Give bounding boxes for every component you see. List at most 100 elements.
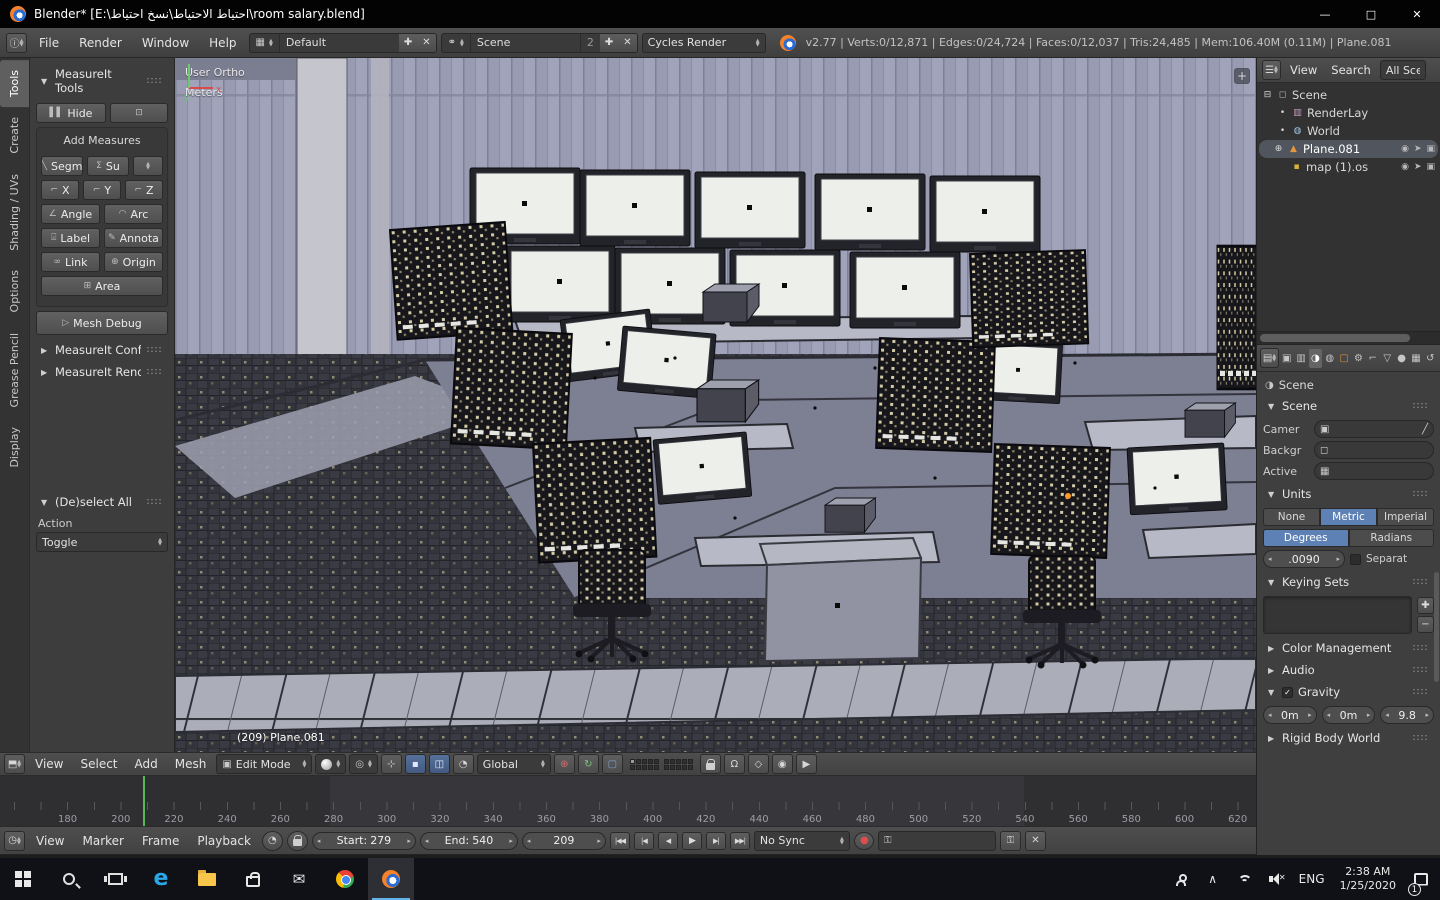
selectable-arrow-icon[interactable]: ➤ [1414,162,1422,172]
gravity-x-field[interactable]: ◂ 0m ▸ [1263,706,1317,724]
menu-tl-view[interactable]: View [29,827,71,854]
eyedropper-icon[interactable]: ╱ [1422,424,1428,435]
jump-to-start-button[interactable]: |◀◀ [609,831,630,850]
outliner-hscrollbar[interactable] [1257,331,1440,345]
active-clip-field[interactable]: ▦ [1314,462,1434,480]
remove-keying-set-button[interactable]: − [1417,616,1434,633]
units-metric-button[interactable]: Metric [1320,508,1377,526]
add-keying-set-button[interactable]: ✚ [1417,597,1434,614]
tab-physics-icon[interactable]: ↺ [1424,349,1437,368]
show-hidden-icons-button[interactable]: ∧ [1198,858,1228,900]
mesh-debug-button[interactable]: ▷ Mesh Debug [36,311,168,335]
insert-keyframe-button[interactable]: ⚿ [999,830,1021,851]
expand-icon[interactable]: ⊕ [1273,144,1284,154]
editor-type-info-button[interactable]: ⓘ ▲ ▼ [6,32,27,53]
volume-button[interactable]: ✕ [1262,858,1292,900]
current-frame-field[interactable]: ◂ 209 ▸ [521,831,606,850]
deselect-all-panel-header[interactable]: ▼ (De)select All [36,491,168,513]
gravity-checkbox[interactable]: ✓ [1282,686,1293,698]
panel-grip-icon[interactable] [146,346,163,354]
viewport-3d[interactable]: User Ortho Meters (209) Plane.081 x y + [175,58,1256,752]
edge-button[interactable]: e [138,858,184,900]
scene-add-button[interactable]: ✚ [599,33,619,52]
manipulator-toggle-button[interactable]: ⊹ [380,754,402,774]
gravity-panel-header[interactable]: ▼ ✓ Gravity [1263,681,1434,703]
hide-button[interactable]: ▌▌ Hide [36,103,106,123]
tab-material-icon[interactable]: ● [1395,349,1408,368]
tab-scene-icon[interactable]: ◑ [1308,348,1323,368]
screen-layout-name[interactable]: Default [278,33,399,52]
viewport-shading-dropdown[interactable]: ▲ ▼ [315,754,347,774]
outliner-item-world[interactable]: • ◍ World [1259,122,1438,140]
record-button[interactable]: ● [853,831,874,850]
scale-manipulator-icon[interactable]: ▢ [601,754,623,774]
chrome-button[interactable] [322,858,368,900]
sync-dropdown[interactable]: No Sync ▲ ▼ [753,830,850,851]
scene-delete-button[interactable]: ✕ [618,33,637,52]
measure-x-button[interactable]: ⌐ X [41,180,79,200]
editor-type-timeline-button[interactable]: ◷ ▲ ▼ [4,830,25,851]
panel-grip-icon[interactable] [146,368,163,376]
menu-window[interactable]: Window [134,28,197,57]
selectable-arrow-icon[interactable]: ➤ [1414,144,1422,154]
annotate-button[interactable]: ✎ Annota [104,228,163,248]
measure-z-button[interactable]: ⌐ Z [125,180,163,200]
menu-tl-frame[interactable]: Frame [135,827,186,854]
outliner-item-renderlayers[interactable]: • ▥ RenderLay [1259,104,1438,122]
outliner-item-map[interactable]: ▪ map (1).os ◉ ➤ ▣ [1259,158,1438,176]
sum-button[interactable]: Σ Su [87,156,129,176]
scene-name[interactable]: Scene [469,33,580,52]
use-preview-range-button[interactable]: ◔ [261,830,283,851]
collapse-icon[interactable]: ⊟ [1262,90,1273,100]
screen-layout-browse-icon[interactable]: ▦ ▲ ▼ [250,34,279,52]
menu-mesh[interactable]: Mesh [168,753,214,775]
viewport-scene[interactable] [175,58,1256,752]
angle-button[interactable]: ∠ Angle [41,204,100,224]
tab-tools[interactable]: Tools [0,60,29,108]
editor-type-3dview-button[interactable]: ⬒ ▲ ▼ [4,754,25,774]
taskbar-search-button[interactable] [46,858,92,900]
close-button[interactable]: ✕ [1394,0,1440,28]
store-button[interactable] [230,858,276,900]
maximize-button[interactable]: □ [1348,0,1394,28]
scene-browse-icon[interactable]: ⚭ ▲ ▼ [442,34,470,52]
vertex-select-button[interactable]: ▪ [404,754,426,774]
mail-button[interactable]: ✉ [276,858,322,900]
tab-texture-icon[interactable]: ▦ [1409,349,1422,368]
screen-layout-delete-button[interactable]: ✕ [417,33,436,52]
frame-end-field[interactable]: ◂ End: 540 ▸ [419,831,518,850]
measureit-ghost-button[interactable]: ⊡ [110,103,168,123]
units-imperial-button[interactable]: Imperial [1377,508,1434,526]
units-degrees-button[interactable]: Degrees [1263,529,1349,547]
audio-panel-header[interactable]: ▶ Audio [1263,659,1434,681]
menu-add[interactable]: Add [128,753,165,775]
panel-grip-icon[interactable] [146,77,163,85]
keying-set-field[interactable]: ⚿ [877,830,996,851]
tab-display[interactable]: Display [0,417,29,478]
network-button[interactable] [1230,858,1260,900]
taskbar-clock[interactable]: 2:38 AM 1/25/2020 [1332,865,1404,893]
properties-scrollbar[interactable] [1434,572,1439,682]
language-indicator[interactable]: ENG [1294,858,1330,900]
editor-type-properties-button[interactable]: ▤ ▲ ▼ [1260,348,1279,368]
tab-shading-uvs[interactable]: Shading / UVs [0,164,29,261]
rigid-body-panel-header[interactable]: ▶ Rigid Body World [1263,727,1434,749]
frame-start-field[interactable]: ◂ Start: 279 ▸ [311,831,416,850]
measureit-config-panel-header[interactable]: ▶ MeasureIt Configura [36,339,168,361]
jump-next-keyframe-button[interactable]: ▶| [705,831,726,850]
tab-modifiers-icon[interactable]: ⌐ [1366,349,1379,368]
minimize-button[interactable]: — [1302,0,1348,28]
camera-field[interactable]: ▣ ╱ [1314,420,1434,438]
action-dropdown[interactable]: Toggle ▲ ▼ [36,532,168,552]
menu-outliner-view[interactable]: View [1285,58,1322,82]
scene-users-count[interactable]: 2 [579,33,600,52]
render-engine-dropdown[interactable]: Cycles Render ▲ ▼ [641,32,766,53]
tab-render-icon[interactable]: ▣ [1280,349,1293,368]
opengl-render-still-button[interactable]: ◉ [771,754,793,774]
tab-object-icon[interactable]: ▢ [1337,349,1350,368]
blender-taskbar-button[interactable] [368,858,414,900]
play-button[interactable]: ▶ [681,831,702,850]
layers-widget[interactable] [629,758,693,770]
label-button[interactable]: ⌻ Label [41,228,100,248]
rotate-manipulator-icon[interactable]: ↻ [577,754,599,774]
